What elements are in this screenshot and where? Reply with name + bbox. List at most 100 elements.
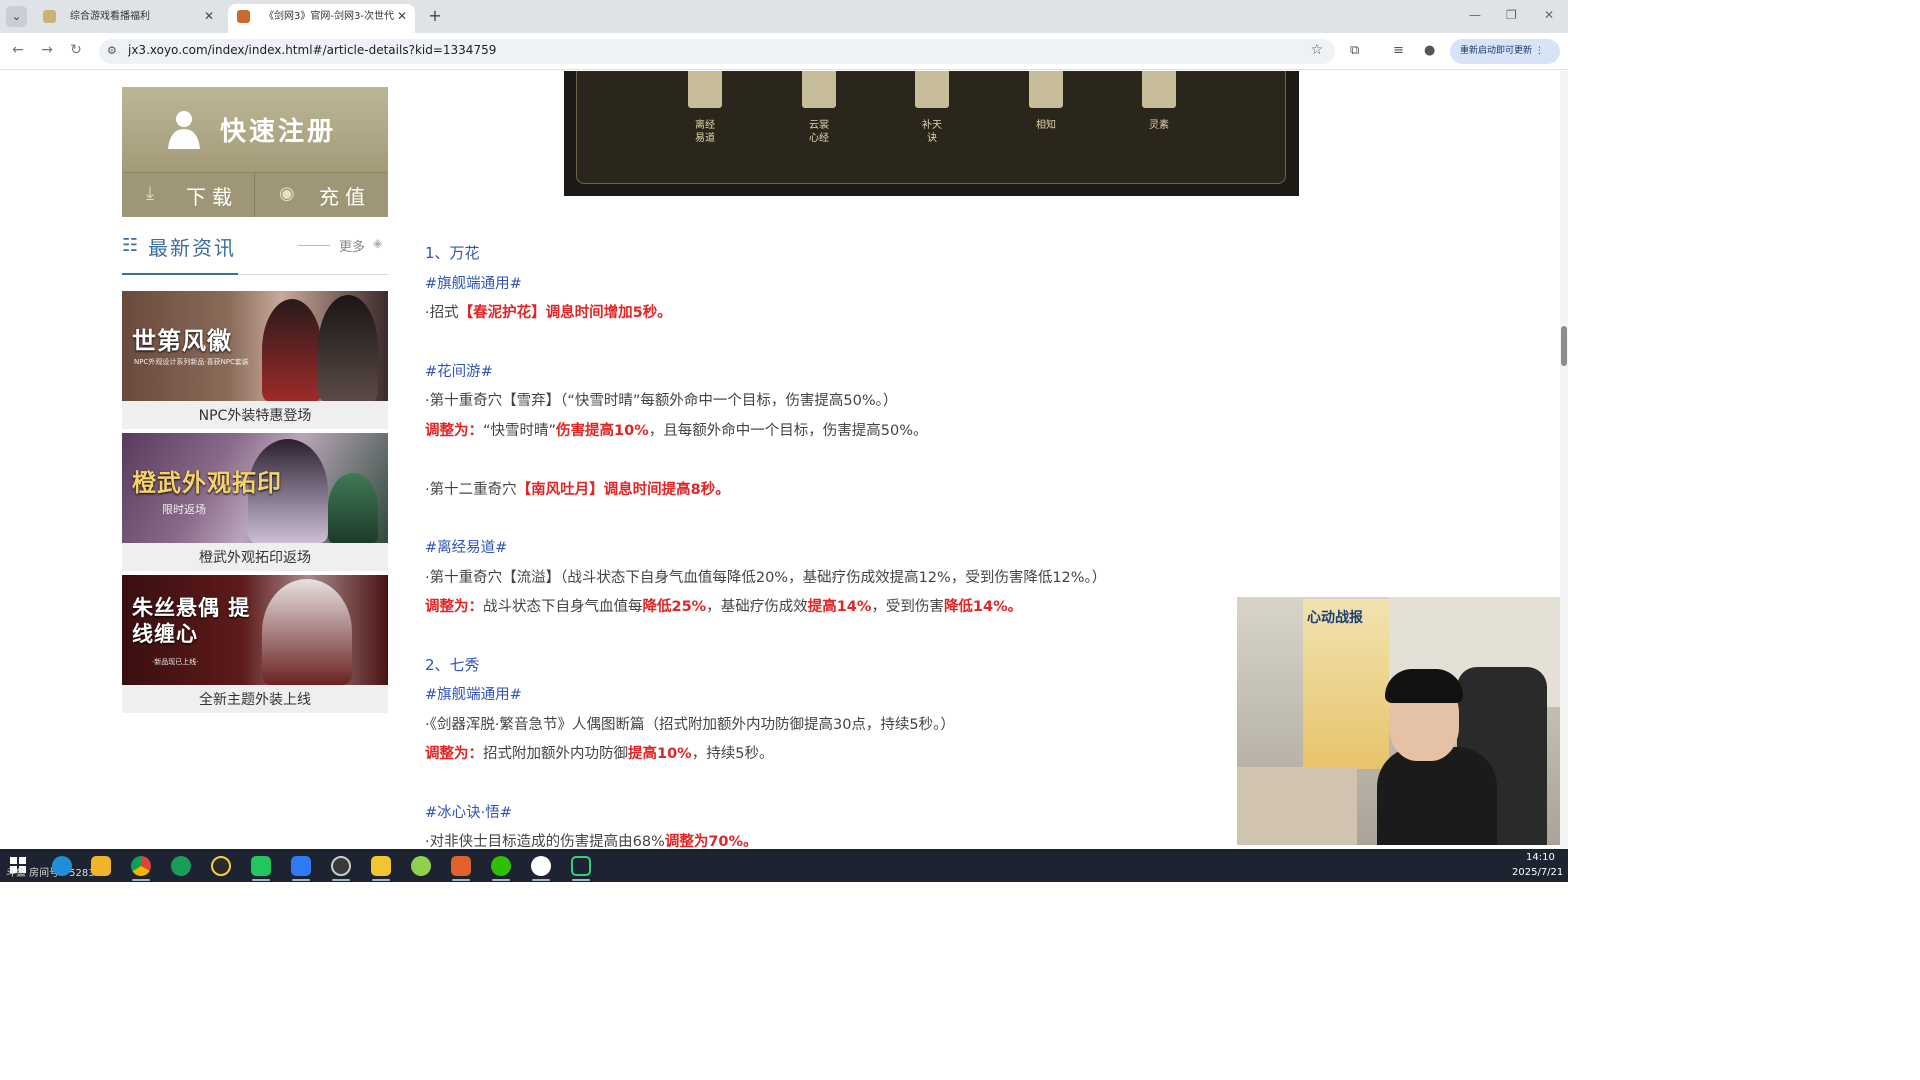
address-bar[interactable]: ⚙ jx3.xoyo.com/index/index.html#/article… xyxy=(99,39,1335,64)
text-segment: “快雪时晴” xyxy=(483,423,557,439)
app-blue-icon[interactable] xyxy=(291,856,311,876)
tab-favicon xyxy=(237,10,250,23)
article-line: ·第十重奇穴【流溢】（战斗状态下自身气血值每降低20%，基础疗伤成效提高12%，… xyxy=(425,570,1107,586)
edge-icon[interactable] xyxy=(52,856,72,876)
running-indicator xyxy=(292,879,310,881)
text-segment: ·第十二重奇穴 xyxy=(425,482,517,498)
app-kook-icon[interactable] xyxy=(251,856,271,876)
hashtag-label: #离经易道# xyxy=(425,540,508,556)
adjust-label: 调整为： xyxy=(425,423,483,439)
news-card[interactable]: 朱丝悬偶 提线缠心 ·新品现已上线· 全新主题外装上线 xyxy=(122,575,388,713)
tab-jx3-official[interactable]: 《剑网3》官网-剑网3-次世代武 ✕ xyxy=(228,4,415,33)
minimize-icon[interactable]: — xyxy=(1469,8,1481,22)
running-indicator xyxy=(132,879,150,881)
update-button[interactable]: 重新启动即可更新 ⋮ xyxy=(1450,39,1560,64)
app-green-icon[interactable] xyxy=(171,856,191,876)
tab-bar: ⌄ 综合游戏看播福利 ✕ 《剑网3》官网-剑网3-次世代武 ✕ + — ❐ ✕ xyxy=(0,0,1568,33)
news-image-title: 世第风徽 xyxy=(132,326,232,355)
app-owl-icon[interactable] xyxy=(371,856,391,876)
talent-label: 补天诀 xyxy=(922,120,942,144)
talent-label: 云裳心经 xyxy=(809,120,829,144)
quick-register-button[interactable]: 快速注册 xyxy=(122,87,388,173)
app-ring-icon[interactable] xyxy=(211,856,231,876)
talent-slot xyxy=(1029,71,1063,108)
hashtag-label: #旗舰端通用# xyxy=(425,276,522,292)
bookmark-star-icon[interactable]: ☆ xyxy=(1310,42,1323,58)
tab-search-button[interactable]: ⌄ xyxy=(6,6,27,27)
talent-label: 相知 xyxy=(1036,120,1056,131)
update-label: 重新启动即可更新 xyxy=(1460,46,1533,56)
desk xyxy=(1237,767,1357,845)
talent-label: 灵素 xyxy=(1149,120,1169,131)
new-tab-button[interactable]: + xyxy=(425,6,445,26)
back-icon[interactable]: ← xyxy=(8,42,28,58)
app-clock-icon[interactable] xyxy=(331,856,351,876)
poster: 心动战报 xyxy=(1303,599,1389,769)
file-explorer-icon[interactable] xyxy=(91,856,111,876)
extensions-icon[interactable]: ⧉ xyxy=(1350,43,1359,58)
forward-icon[interactable]: → xyxy=(37,42,57,58)
text-segment: ，持续5秒。 xyxy=(691,746,774,762)
news-image[interactable]: 橙武外观拓印 限时返场 xyxy=(122,433,388,543)
talent-slot xyxy=(915,71,949,108)
chrome-icon[interactable] xyxy=(131,856,151,876)
news-caption[interactable]: 全新主题外装上线 xyxy=(122,689,388,709)
app-jx3-icon[interactable] xyxy=(451,856,471,876)
news-image-title: 朱丝悬偶 提线缠心 xyxy=(132,595,251,646)
news-caption[interactable]: NPC外装特惠登场 xyxy=(122,405,388,425)
profile-icon[interactable]: ● xyxy=(1424,43,1435,58)
talent-slot xyxy=(688,71,722,108)
hashtag-label: #旗舰端通用# xyxy=(425,687,522,703)
tab-close-icon[interactable]: ✕ xyxy=(397,4,407,29)
taskbar: 斗鱼 房间号：528393 14:10 2025/7/21 xyxy=(0,849,1568,882)
news-caption[interactable]: 橙武外观拓印返场 xyxy=(122,547,388,567)
quick-register-label: 快速注册 xyxy=(220,117,337,147)
reload-icon[interactable]: ↻ xyxy=(66,42,86,58)
sidebar: 快速注册 ⤓ 下载 ◉ 充值 ☷ 最新资讯 更多 ◈ 世第风徽 NPC外观设计系… xyxy=(122,87,388,713)
page-scrollbar[interactable] xyxy=(1560,71,1568,849)
wechat-icon[interactable] xyxy=(491,856,511,876)
tab-game-welfare[interactable]: 综合游戏看播福利 ✕ xyxy=(34,4,222,33)
more-link[interactable]: 更多 xyxy=(339,236,365,255)
news-card[interactable]: 世第风徽 NPC外观设计系列新品·喜获NPC套装 NPC外装特惠登场 xyxy=(122,291,388,429)
talent-label: 离经易道 xyxy=(695,120,715,144)
clock-time[interactable]: 14:10 xyxy=(1526,852,1555,863)
site-info-icon[interactable]: ⚙ xyxy=(107,44,117,57)
news-card[interactable]: 橙武外观拓印 限时返场 橙武外观拓印返场 xyxy=(122,433,388,571)
recharge-button[interactable]: ◉ 充值 xyxy=(255,173,388,217)
news-header: ☷ 最新资讯 更多 ◈ xyxy=(122,229,388,275)
qq-icon[interactable] xyxy=(531,856,551,876)
running-indicator xyxy=(372,879,390,881)
scrollbar-thumb[interactable] xyxy=(1561,326,1567,366)
article-line: ·《剑器浑脱·繁音急节》人偶图断篇（招式附加额外内功防御提高30点，持续5秒。） xyxy=(425,717,955,733)
poster-text: 心动战报 xyxy=(1307,610,1363,626)
highlight-segment: 提高10% xyxy=(628,746,692,762)
clock-date[interactable]: 2025/7/21 xyxy=(1512,867,1563,878)
tab-close-icon[interactable]: ✕ xyxy=(204,4,214,29)
news-icon: ☷ xyxy=(122,235,139,256)
webcam-overlay: 心动战报 xyxy=(1237,597,1568,845)
text-segment: ，基础疗伤成效 xyxy=(706,599,808,615)
news-image[interactable]: 世第风徽 NPC外观设计系列新品·喜获NPC套装 xyxy=(122,291,388,401)
app-lime-icon[interactable] xyxy=(411,856,431,876)
download-button[interactable]: ⤓ 下载 xyxy=(122,173,255,217)
browser-toolbar: ← → ↻ ⚙ jx3.xoyo.com/index/index.html#/a… xyxy=(0,33,1568,70)
coin-icon: ◉ xyxy=(279,183,295,204)
media-control-icon[interactable]: ≡ xyxy=(1393,43,1404,58)
close-window-icon[interactable]: ✕ xyxy=(1544,8,1554,22)
highlight-segment: 降低25% xyxy=(642,599,707,615)
news-image[interactable]: 朱丝悬偶 提线缠心 ·新品现已上线· xyxy=(122,575,388,685)
highlight-segment: 【春泥护花】调息时间增加5秒。 xyxy=(458,305,672,321)
person-icon xyxy=(168,111,200,149)
register-box: 快速注册 ⤓ 下载 ◉ 充值 xyxy=(122,87,388,217)
section-heading: 1、万花 xyxy=(425,244,480,262)
app-ob-icon[interactable] xyxy=(571,856,591,876)
more-divider xyxy=(298,245,330,246)
text-segment: ·对非侠士目标造成的伤害提高由68% xyxy=(425,834,665,849)
more-icon[interactable]: ◈ xyxy=(373,236,382,250)
text-segment: ·招式 xyxy=(425,305,459,321)
running-indicator xyxy=(452,879,470,881)
restore-icon[interactable]: ❐ xyxy=(1506,8,1517,22)
character-figure xyxy=(262,579,352,685)
news-title-underline xyxy=(122,273,238,275)
